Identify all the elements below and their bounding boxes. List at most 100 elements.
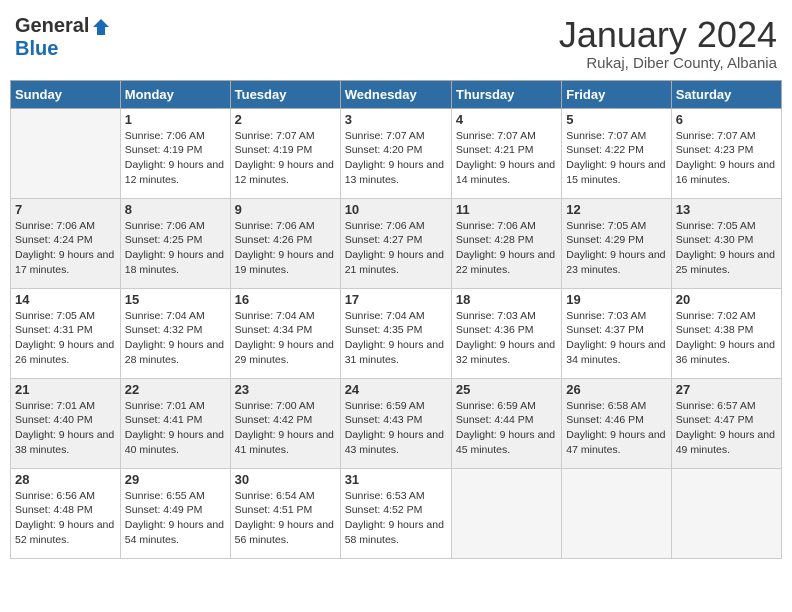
calendar-day-cell: 5 Sunrise: 7:07 AMSunset: 4:22 PMDaylight… — [562, 108, 671, 198]
day-number: 13 — [676, 202, 777, 217]
day-info: Sunrise: 6:59 AMSunset: 4:44 PMDaylight:… — [456, 399, 557, 458]
day-number: 16 — [235, 292, 336, 307]
day-number: 22 — [125, 382, 226, 397]
day-info: Sunrise: 7:06 AMSunset: 4:24 PMDaylight:… — [15, 219, 116, 278]
day-number: 31 — [345, 472, 447, 487]
day-info: Sunrise: 7:07 AMSunset: 4:21 PMDaylight:… — [456, 129, 557, 188]
column-header-wednesday: Wednesday — [340, 80, 451, 108]
day-info: Sunrise: 6:58 AMSunset: 4:46 PMDaylight:… — [566, 399, 666, 458]
logo: General Blue — [15, 15, 111, 61]
calendar-day-cell: 7 Sunrise: 7:06 AMSunset: 4:24 PMDaylight… — [11, 198, 121, 288]
day-info: Sunrise: 7:06 AMSunset: 4:28 PMDaylight:… — [456, 219, 557, 278]
day-info: Sunrise: 7:07 AMSunset: 4:23 PMDaylight:… — [676, 129, 777, 188]
calendar-week-row: 1Sunrise: 7:06 AMSunset: 4:19 PMDaylight… — [11, 108, 782, 198]
day-number: 7 — [15, 202, 116, 217]
day-info: Sunrise: 7:04 AMSunset: 4:34 PMDaylight:… — [235, 309, 336, 368]
day-info: Sunrise: 7:07 AMSunset: 4:19 PMDaylight:… — [235, 129, 336, 188]
day-info: Sunrise: 7:05 AMSunset: 4:30 PMDaylight:… — [676, 219, 777, 278]
day-number: 30 — [235, 472, 336, 487]
calendar-week-row: 7 Sunrise: 7:06 AMSunset: 4:24 PMDaylight… — [11, 198, 782, 288]
day-number: 17 — [345, 292, 447, 307]
calendar-day-cell: 25Sunrise: 6:59 AMSunset: 4:44 PMDayligh… — [451, 378, 561, 468]
day-info: Sunrise: 6:55 AMSunset: 4:49 PMDaylight:… — [125, 489, 226, 548]
title-block: January 2024 Rukaj, Diber County, Albani… — [559, 15, 777, 72]
calendar-day-cell: 26 Sunrise: 6:58 AMSunset: 4:46 PMDayligh… — [562, 378, 671, 468]
day-number: 9 — [235, 202, 336, 217]
day-number: 26 — [566, 382, 666, 397]
column-header-sunday: Sunday — [11, 80, 121, 108]
day-info: Sunrise: 7:06 AMSunset: 4:25 PMDaylight:… — [125, 219, 226, 278]
calendar-day-cell — [671, 468, 781, 558]
day-number: 14 — [15, 292, 116, 307]
day-info: Sunrise: 7:05 AMSunset: 4:29 PMDaylight:… — [566, 219, 666, 278]
calendar-day-cell: 14 Sunrise: 7:05 AMSunset: 4:31 PMDayligh… — [11, 288, 121, 378]
calendar-day-cell: 17 Sunrise: 7:04 AMSunset: 4:35 PMDayligh… — [340, 288, 451, 378]
day-info: Sunrise: 7:06 AMSunset: 4:19 PMDaylight:… — [125, 129, 226, 188]
column-header-friday: Friday — [562, 80, 671, 108]
calendar-day-cell: 10Sunrise: 7:06 AMSunset: 4:27 PMDayligh… — [340, 198, 451, 288]
day-number: 21 — [15, 382, 116, 397]
logo-icon — [91, 17, 111, 37]
month-title: January 2024 — [559, 15, 777, 55]
calendar-week-row: 14 Sunrise: 7:05 AMSunset: 4:31 PMDayligh… — [11, 288, 782, 378]
calendar-day-cell: 28Sunrise: 6:56 AMSunset: 4:48 PMDayligh… — [11, 468, 121, 558]
day-info: Sunrise: 7:03 AMSunset: 4:36 PMDaylight:… — [456, 309, 557, 368]
calendar-day-cell: 29Sunrise: 6:55 AMSunset: 4:49 PMDayligh… — [120, 468, 230, 558]
page-header: General Blue January 2024 Rukaj, Diber C… — [10, 10, 782, 72]
day-info: Sunrise: 6:59 AMSunset: 4:43 PMDaylight:… — [345, 399, 447, 458]
day-number: 8 — [125, 202, 226, 217]
calendar-day-cell: 23Sunrise: 7:00 AMSunset: 4:42 PMDayligh… — [230, 378, 340, 468]
calendar-header-row: SundayMondayTuesdayWednesdayThursdayFrid… — [11, 80, 782, 108]
day-info: Sunrise: 7:01 AMSunset: 4:41 PMDaylight:… — [125, 399, 226, 458]
column-header-thursday: Thursday — [451, 80, 561, 108]
day-info: Sunrise: 7:03 AMSunset: 4:37 PMDaylight:… — [566, 309, 666, 368]
calendar-day-cell: 24Sunrise: 6:59 AMSunset: 4:43 PMDayligh… — [340, 378, 451, 468]
day-number: 5 — [566, 112, 666, 127]
day-info: Sunrise: 7:05 AMSunset: 4:31 PMDaylight:… — [15, 309, 116, 368]
day-info: Sunrise: 6:54 AMSunset: 4:51 PMDaylight:… — [235, 489, 336, 548]
day-number: 27 — [676, 382, 777, 397]
column-header-monday: Monday — [120, 80, 230, 108]
day-number: 20 — [676, 292, 777, 307]
day-number: 28 — [15, 472, 116, 487]
calendar-day-cell: 9 Sunrise: 7:06 AMSunset: 4:26 PMDaylight… — [230, 198, 340, 288]
day-info: Sunrise: 7:00 AMSunset: 4:42 PMDaylight:… — [235, 399, 336, 458]
calendar-day-cell: 18 Sunrise: 7:03 AMSunset: 4:36 PMDayligh… — [451, 288, 561, 378]
day-info: Sunrise: 7:07 AMSunset: 4:20 PMDaylight:… — [345, 129, 447, 188]
calendar-day-cell: 15Sunrise: 7:04 AMSunset: 4:32 PMDayligh… — [120, 288, 230, 378]
calendar-week-row: 21 Sunrise: 7:01 AMSunset: 4:40 PMDayligh… — [11, 378, 782, 468]
column-header-tuesday: Tuesday — [230, 80, 340, 108]
calendar-day-cell — [562, 468, 671, 558]
day-info: Sunrise: 7:04 AMSunset: 4:35 PMDaylight:… — [345, 309, 447, 368]
calendar-day-cell: 16 Sunrise: 7:04 AMSunset: 4:34 PMDayligh… — [230, 288, 340, 378]
location: Rukaj, Diber County, Albania — [559, 55, 777, 72]
day-number: 18 — [456, 292, 557, 307]
column-header-saturday: Saturday — [671, 80, 781, 108]
day-info: Sunrise: 6:53 AMSunset: 4:52 PMDaylight:… — [345, 489, 447, 548]
calendar-day-cell: 31 Sunrise: 6:53 AMSunset: 4:52 PMDayligh… — [340, 468, 451, 558]
calendar-day-cell: 12 Sunrise: 7:05 AMSunset: 4:29 PMDayligh… — [562, 198, 671, 288]
day-number: 6 — [676, 112, 777, 127]
logo-general-text: General — [15, 15, 89, 38]
day-info: Sunrise: 7:07 AMSunset: 4:22 PMDaylight:… — [566, 129, 666, 188]
day-number: 10 — [345, 202, 447, 217]
day-info: Sunrise: 6:57 AMSunset: 4:47 PMDaylight:… — [676, 399, 777, 458]
calendar-day-cell: 11 Sunrise: 7:06 AMSunset: 4:28 PMDayligh… — [451, 198, 561, 288]
day-info: Sunrise: 7:01 AMSunset: 4:40 PMDaylight:… — [15, 399, 116, 458]
calendar-day-cell: 6 Sunrise: 7:07 AMSunset: 4:23 PMDaylight… — [671, 108, 781, 198]
calendar-day-cell: 20 Sunrise: 7:02 AMSunset: 4:38 PMDayligh… — [671, 288, 781, 378]
day-number: 11 — [456, 202, 557, 217]
calendar-day-cell: 19 Sunrise: 7:03 AMSunset: 4:37 PMDayligh… — [562, 288, 671, 378]
calendar-day-cell: 27 Sunrise: 6:57 AMSunset: 4:47 PMDayligh… — [671, 378, 781, 468]
calendar-day-cell: 13 Sunrise: 7:05 AMSunset: 4:30 PMDayligh… — [671, 198, 781, 288]
day-number: 19 — [566, 292, 666, 307]
day-number: 12 — [566, 202, 666, 217]
logo-blue-text: Blue — [15, 38, 58, 61]
calendar-day-cell: 4Sunrise: 7:07 AMSunset: 4:21 PMDaylight… — [451, 108, 561, 198]
day-info: Sunrise: 7:06 AMSunset: 4:26 PMDaylight:… — [235, 219, 336, 278]
day-info: Sunrise: 7:02 AMSunset: 4:38 PMDaylight:… — [676, 309, 777, 368]
day-number: 3 — [345, 112, 447, 127]
calendar-table: SundayMondayTuesdayWednesdayThursdayFrid… — [10, 80, 782, 559]
calendar-day-cell: 21 Sunrise: 7:01 AMSunset: 4:40 PMDayligh… — [11, 378, 121, 468]
calendar-day-cell — [11, 108, 121, 198]
